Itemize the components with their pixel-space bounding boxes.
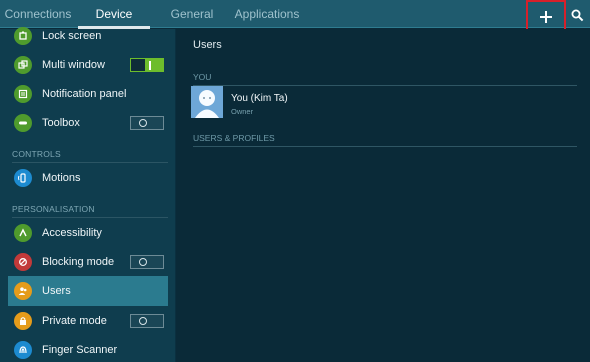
blocking-mode-icon: [14, 253, 32, 271]
sidebar-item-users[interactable]: Users: [8, 276, 168, 306]
tab-applications[interactable]: Applications: [228, 0, 306, 28]
notification-panel-icon: [14, 85, 32, 103]
search-button[interactable]: [566, 4, 588, 26]
sidebar-item-lock-screen[interactable]: Lock screen: [8, 21, 168, 51]
sidebar-item-motions[interactable]: Motions: [8, 163, 168, 193]
section-header-you: YOU: [193, 72, 577, 86]
plus-icon: [540, 10, 552, 23]
private-mode-toggle[interactable]: [130, 314, 164, 328]
multi-window-toggle[interactable]: [130, 58, 164, 72]
sidebar-item-private-mode[interactable]: Private mode: [8, 306, 168, 336]
toolbox-toggle[interactable]: [130, 116, 164, 130]
motions-icon: [14, 169, 32, 187]
sidebar-item-label: Blocking mode: [42, 256, 115, 268]
accessibility-icon: [14, 224, 32, 242]
multi-window-icon: [14, 56, 32, 74]
section-header-controls: CONTROLS: [12, 149, 168, 163]
sidebar-item-label: Private mode: [42, 315, 107, 327]
tab-general[interactable]: General: [162, 0, 222, 28]
sidebar-item-notification-panel[interactable]: Notification panel: [8, 79, 168, 109]
sidebar-item-blocking-mode[interactable]: Blocking mode: [8, 247, 168, 277]
sidebar-item-label: Finger Scanner: [42, 344, 118, 356]
sidebar-item-toolbox[interactable]: Toolbox: [8, 108, 168, 138]
sidebar-item-label: Toolbox: [42, 117, 80, 129]
user-role: Owner: [231, 107, 254, 116]
sidebar-item-label: Motions: [42, 172, 81, 184]
users-icon: [14, 282, 32, 300]
user-row-owner[interactable]: You (Kim Ta) Owner: [191, 86, 577, 120]
finger-scanner-icon: [14, 341, 32, 359]
settings-sidebar: Lock screen Multi window Notification pa…: [0, 27, 176, 362]
section-header-personalisation: PERSONALISATION: [12, 204, 168, 218]
search-icon: [571, 9, 583, 21]
blocking-mode-toggle[interactable]: [130, 255, 164, 269]
toggle-knob: [139, 317, 147, 325]
toggle-knob: [139, 119, 147, 127]
sidebar-item-finger-scanner[interactable]: Finger Scanner: [8, 335, 168, 362]
sidebar-item-label: Lock screen: [42, 30, 102, 42]
sidebar-item-label: Accessibility: [42, 227, 102, 239]
page-title: Users: [193, 39, 222, 51]
user-name: You (Kim Ta): [231, 93, 288, 104]
toggle-track: [131, 59, 145, 71]
sidebar-item-label: Users: [42, 285, 71, 297]
toggle-knob: [149, 60, 151, 70]
avatar: [191, 86, 223, 118]
private-mode-icon: [14, 312, 32, 330]
toolbox-icon: [14, 114, 32, 132]
toggle-knob: [139, 258, 147, 266]
sidebar-item-multi-window[interactable]: Multi window: [8, 50, 168, 80]
users-panel: Users YOU You (Kim Ta) Owner USERS & PRO…: [177, 29, 590, 362]
lock-screen-icon: [14, 27, 32, 45]
sidebar-item-label: Multi window: [42, 59, 105, 71]
section-header-users-profiles: USERS & PROFILES: [193, 133, 577, 147]
sidebar-item-accessibility[interactable]: Accessibility: [8, 218, 168, 248]
sidebar-item-label: Notification panel: [42, 88, 127, 100]
